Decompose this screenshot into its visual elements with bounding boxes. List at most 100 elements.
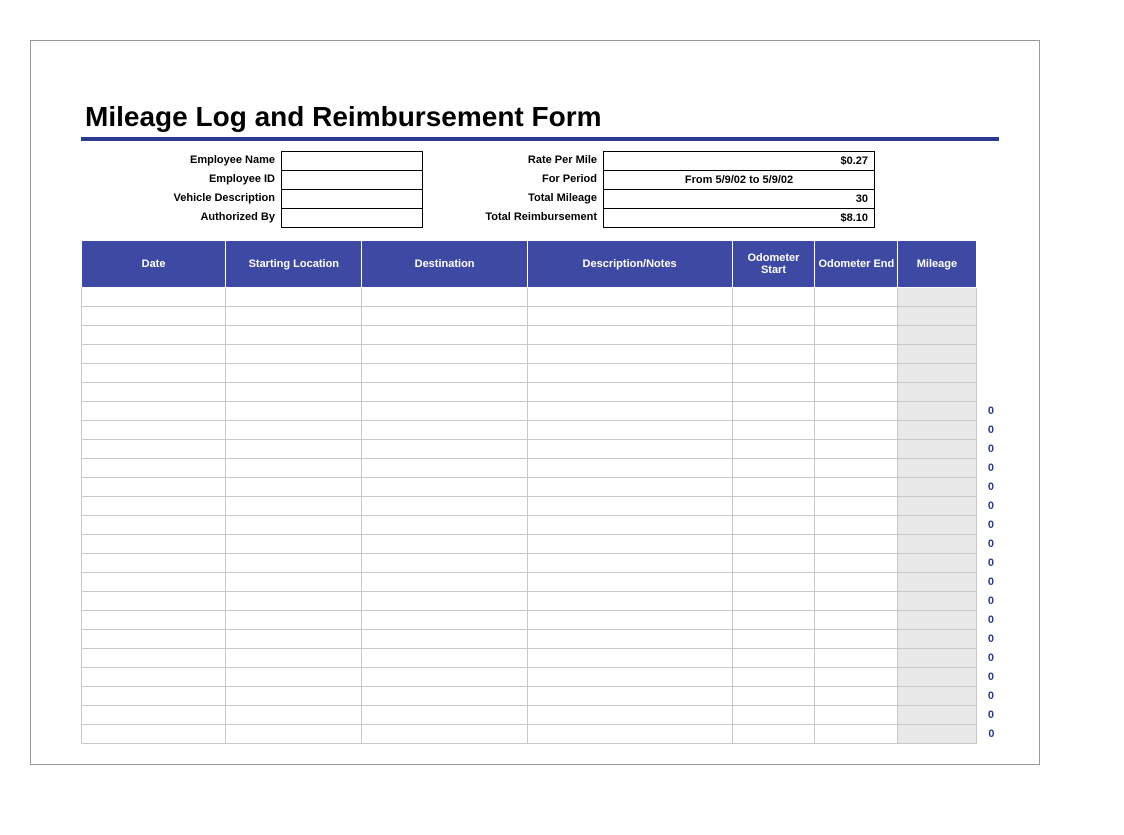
cell-date[interactable] [82,706,226,725]
cell-ostart[interactable] [732,668,815,687]
cell-start[interactable] [226,288,362,307]
cell-date[interactable] [82,402,226,421]
cell-oend[interactable] [815,288,898,307]
cell-start[interactable] [226,611,362,630]
cell-oend[interactable] [815,630,898,649]
cell-oend[interactable] [815,497,898,516]
cell-dest[interactable] [362,459,527,478]
period-value[interactable]: From 5/9/02 to 5/9/02 [604,171,874,190]
cell-desc[interactable] [527,402,732,421]
cell-dest[interactable] [362,288,527,307]
cell-date[interactable] [82,421,226,440]
cell-date[interactable] [82,497,226,516]
cell-desc[interactable] [527,573,732,592]
cell-oend[interactable] [815,649,898,668]
cell-desc[interactable] [527,687,732,706]
cell-dest[interactable] [362,497,527,516]
cell-ostart[interactable] [732,573,815,592]
cell-date[interactable] [82,725,226,744]
cell-desc[interactable] [527,288,732,307]
cell-date[interactable] [82,592,226,611]
cell-ostart[interactable] [732,307,815,326]
cell-date[interactable] [82,611,226,630]
vehicle-desc-input[interactable] [282,190,422,209]
cell-desc[interactable] [527,345,732,364]
cell-ostart[interactable] [732,345,815,364]
employee-name-input[interactable] [282,152,422,171]
cell-desc[interactable] [527,611,732,630]
cell-start[interactable] [226,668,362,687]
cell-oend[interactable] [815,402,898,421]
cell-ostart[interactable] [732,288,815,307]
cell-oend[interactable] [815,725,898,744]
cell-desc[interactable] [527,725,732,744]
cell-dest[interactable] [362,402,527,421]
employee-id-input[interactable] [282,171,422,190]
cell-ostart[interactable] [732,649,815,668]
cell-oend[interactable] [815,326,898,345]
cell-start[interactable] [226,478,362,497]
cell-dest[interactable] [362,630,527,649]
cell-desc[interactable] [527,440,732,459]
cell-ostart[interactable] [732,630,815,649]
cell-oend[interactable] [815,611,898,630]
cell-desc[interactable] [527,630,732,649]
cell-date[interactable] [82,535,226,554]
cell-date[interactable] [82,326,226,345]
cell-date[interactable] [82,288,226,307]
cell-desc[interactable] [527,421,732,440]
cell-date[interactable] [82,307,226,326]
cell-ostart[interactable] [732,478,815,497]
cell-oend[interactable] [815,345,898,364]
cell-ostart[interactable] [732,516,815,535]
cell-dest[interactable] [362,554,527,573]
cell-date[interactable] [82,668,226,687]
cell-dest[interactable] [362,592,527,611]
cell-desc[interactable] [527,649,732,668]
cell-dest[interactable] [362,326,527,345]
cell-ostart[interactable] [732,326,815,345]
cell-dest[interactable] [362,725,527,744]
cell-ostart[interactable] [732,459,815,478]
cell-start[interactable] [226,649,362,668]
cell-date[interactable] [82,383,226,402]
cell-date[interactable] [82,459,226,478]
cell-date[interactable] [82,630,226,649]
cell-oend[interactable] [815,421,898,440]
cell-date[interactable] [82,478,226,497]
cell-date[interactable] [82,364,226,383]
cell-start[interactable] [226,307,362,326]
cell-oend[interactable] [815,706,898,725]
cell-ostart[interactable] [732,535,815,554]
cell-ostart[interactable] [732,725,815,744]
cell-desc[interactable] [527,497,732,516]
cell-dest[interactable] [362,516,527,535]
cell-desc[interactable] [527,668,732,687]
cell-desc[interactable] [527,535,732,554]
cell-dest[interactable] [362,649,527,668]
cell-ostart[interactable] [732,554,815,573]
cell-start[interactable] [226,706,362,725]
cell-start[interactable] [226,554,362,573]
cell-dest[interactable] [362,573,527,592]
cell-oend[interactable] [815,364,898,383]
cell-oend[interactable] [815,668,898,687]
cell-start[interactable] [226,383,362,402]
cell-oend[interactable] [815,554,898,573]
cell-date[interactable] [82,649,226,668]
rate-value[interactable]: $0.27 [604,152,874,171]
cell-date[interactable] [82,440,226,459]
cell-dest[interactable] [362,383,527,402]
cell-desc[interactable] [527,516,732,535]
cell-start[interactable] [226,345,362,364]
cell-oend[interactable] [815,687,898,706]
cell-dest[interactable] [362,535,527,554]
cell-desc[interactable] [527,459,732,478]
cell-ostart[interactable] [732,421,815,440]
cell-ostart[interactable] [732,440,815,459]
cell-desc[interactable] [527,364,732,383]
cell-dest[interactable] [362,440,527,459]
cell-start[interactable] [226,630,362,649]
cell-start[interactable] [226,402,362,421]
cell-desc[interactable] [527,307,732,326]
